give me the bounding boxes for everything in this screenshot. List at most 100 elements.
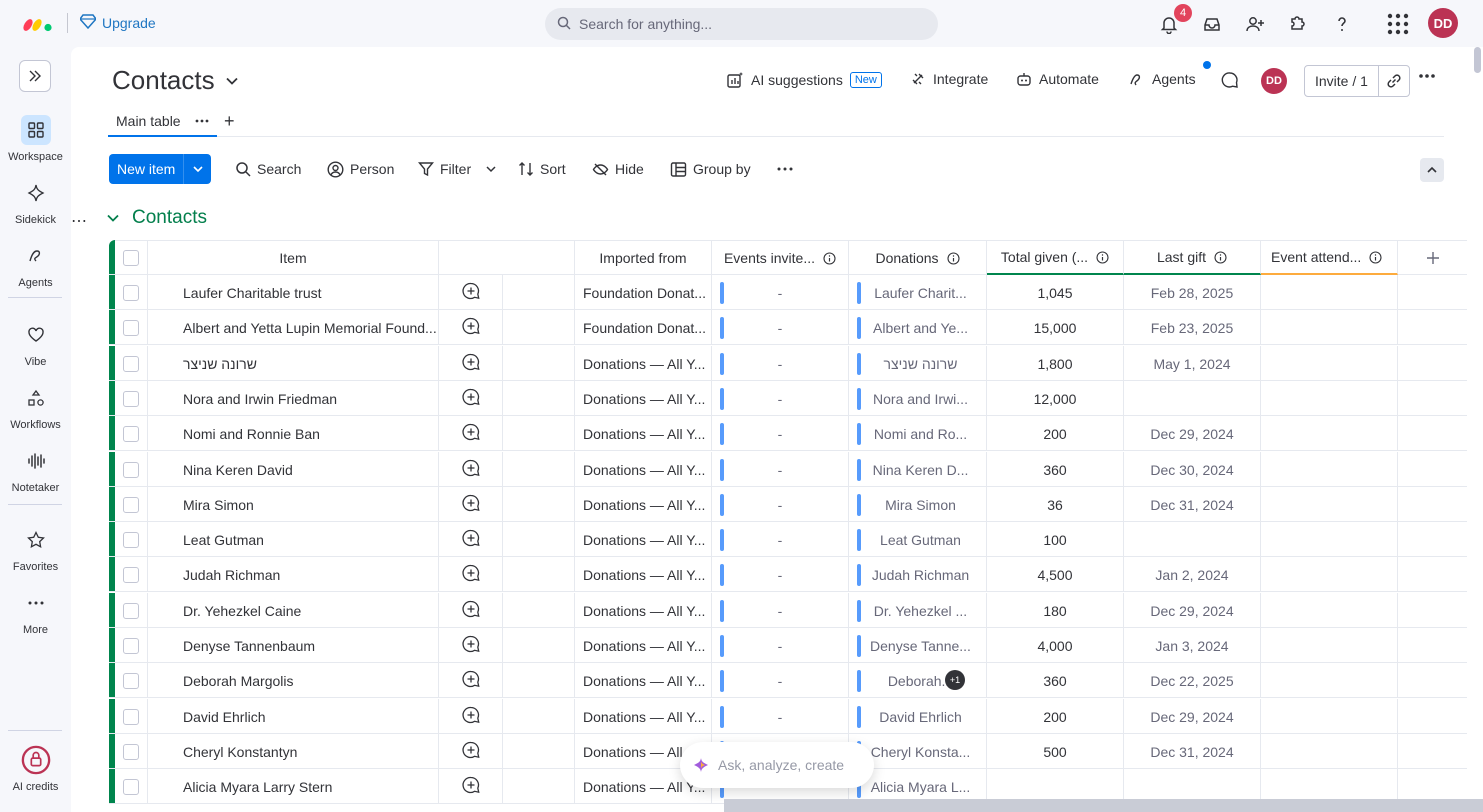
row-checkbox[interactable] bbox=[123, 284, 139, 301]
imported-from-cell[interactable]: Donations — All Y... bbox=[575, 663, 712, 698]
horizontal-scrollbar[interactable] bbox=[724, 799, 1483, 812]
search-button[interactable]: Search bbox=[235, 154, 301, 184]
total-given-cell[interactable]: 180 bbox=[987, 593, 1124, 628]
table-row[interactable]: Nomi and Ronnie Ban Donations — All Y... -… bbox=[109, 416, 1467, 451]
filter-button[interactable]: Filter bbox=[418, 154, 497, 184]
row-checkbox[interactable] bbox=[123, 566, 139, 583]
app-switcher-icon[interactable] bbox=[1386, 12, 1410, 36]
last-gift-cell[interactable]: Dec 29, 2024 bbox=[1124, 593, 1261, 628]
row-checkbox-cell[interactable] bbox=[115, 522, 148, 557]
event-attended-cell[interactable] bbox=[1261, 275, 1398, 310]
add-update-button[interactable] bbox=[439, 452, 503, 487]
imported-from-cell[interactable]: Foundation Donat... bbox=[575, 275, 712, 310]
table-row[interactable]: Judah Richman Donations — All Y... - Judah … bbox=[109, 557, 1467, 592]
empty-cell[interactable] bbox=[503, 557, 575, 592]
imported-from-cell[interactable]: Foundation Donat... bbox=[575, 310, 712, 345]
empty-cell[interactable] bbox=[503, 487, 575, 522]
row-checkbox[interactable] bbox=[123, 778, 139, 795]
events-invited-cell[interactable]: - bbox=[712, 346, 849, 381]
last-gift-cell[interactable]: Dec 29, 2024 bbox=[1124, 416, 1261, 451]
row-checkbox-cell[interactable] bbox=[115, 663, 148, 698]
add-column-button[interactable] bbox=[1398, 240, 1467, 275]
item-name-cell[interactable]: Nomi and Ronnie Ban bbox=[148, 416, 439, 451]
row-checkbox-cell[interactable] bbox=[115, 593, 148, 628]
upgrade-button[interactable]: Upgrade bbox=[79, 13, 156, 32]
event-attended-cell[interactable] bbox=[1261, 522, 1398, 557]
sidebar-item-sidekick[interactable]: Sidekick bbox=[0, 178, 71, 226]
imported-from-cell[interactable]: Donations — All Y... bbox=[575, 522, 712, 557]
item-name-cell[interactable]: Alicia Myara Larry Stern bbox=[148, 769, 439, 804]
events-invited-cell[interactable]: - bbox=[712, 381, 849, 416]
apps-marketplace-icon[interactable] bbox=[1286, 12, 1310, 36]
table-row[interactable]: Denyse Tannenbaum Donations — All Y... - De… bbox=[109, 628, 1467, 663]
chevron-down-icon[interactable] bbox=[184, 154, 211, 184]
event-attended-cell[interactable] bbox=[1261, 557, 1398, 592]
row-checkbox-cell[interactable] bbox=[115, 628, 148, 663]
row-checkbox[interactable] bbox=[123, 461, 139, 478]
imported-from-cell[interactable]: Donations — All Y... bbox=[575, 699, 712, 734]
info-icon[interactable] bbox=[1096, 250, 1109, 264]
total-given-cell[interactable]: 36 bbox=[987, 487, 1124, 522]
row-checkbox[interactable] bbox=[123, 743, 139, 760]
last-gift-cell[interactable]: Dec 31, 2024 bbox=[1124, 487, 1261, 522]
tab-main-table[interactable]: Main table bbox=[108, 107, 217, 137]
item-name-cell[interactable]: Cheryl Konstantyn bbox=[148, 734, 439, 769]
event-attended-cell[interactable] bbox=[1261, 452, 1398, 487]
item-name-cell[interactable]: שרונה שניצר bbox=[148, 346, 439, 381]
row-checkbox[interactable] bbox=[123, 531, 139, 548]
donations-cell[interactable]: שרונה שניצר bbox=[849, 346, 987, 381]
table-row[interactable]: Mira Simon Donations — All Y... - Mira Simo… bbox=[109, 487, 1467, 522]
donations-cell[interactable]: Albert and Ye... bbox=[849, 310, 987, 345]
last-gift-cell[interactable]: Dec 29, 2024 bbox=[1124, 699, 1261, 734]
last-gift-cell[interactable]: Feb 23, 2025 bbox=[1124, 310, 1261, 345]
total-given-cell[interactable]: 1,045 bbox=[987, 275, 1124, 310]
table-row[interactable]: Laufer Charitable trust Foundation Donat.… bbox=[109, 275, 1467, 310]
add-update-button[interactable] bbox=[439, 628, 503, 663]
event-attended-cell[interactable] bbox=[1261, 628, 1398, 663]
donations-cell[interactable]: Laufer Charit... bbox=[849, 275, 987, 310]
select-all-checkbox[interactable] bbox=[123, 250, 139, 266]
row-checkbox-cell[interactable] bbox=[115, 381, 148, 416]
row-checkbox-cell[interactable] bbox=[115, 769, 148, 804]
empty-cell[interactable] bbox=[503, 663, 575, 698]
donations-cell[interactable]: Nomi and Ro... bbox=[849, 416, 987, 451]
invite-button[interactable]: Invite / 1 bbox=[1304, 65, 1410, 97]
empty-cell[interactable] bbox=[503, 734, 575, 769]
last-gift-cell[interactable] bbox=[1124, 522, 1261, 557]
more-links-badge[interactable]: +1 bbox=[945, 670, 965, 690]
row-checkbox-cell[interactable] bbox=[115, 452, 148, 487]
row-checkbox-cell[interactable] bbox=[115, 346, 148, 381]
row-checkbox[interactable] bbox=[123, 672, 139, 689]
donations-cell[interactable]: Mira Simon bbox=[849, 487, 987, 522]
table-row[interactable]: Deborah Margolis Donations — All Y... - Deb… bbox=[109, 663, 1467, 698]
item-name-cell[interactable]: Laufer Charitable trust bbox=[148, 275, 439, 310]
donations-cell[interactable]: Dr. Yehezkel ... bbox=[849, 593, 987, 628]
events-invited-cell[interactable]: - bbox=[712, 275, 849, 310]
events-invited-cell[interactable]: - bbox=[712, 416, 849, 451]
link-icon[interactable] bbox=[1379, 66, 1409, 96]
events-invited-cell[interactable]: - bbox=[712, 699, 849, 734]
info-icon[interactable] bbox=[946, 251, 960, 265]
events-invited-cell[interactable]: - bbox=[712, 522, 849, 557]
monday-logo[interactable] bbox=[22, 13, 54, 33]
imported-from-cell[interactable]: Donations — All Y... bbox=[575, 452, 712, 487]
imported-from-cell[interactable]: Donations — All Y... bbox=[575, 628, 712, 663]
add-update-button[interactable] bbox=[439, 699, 503, 734]
event-attended-cell[interactable] bbox=[1261, 346, 1398, 381]
item-name-cell[interactable]: Judah Richman bbox=[148, 557, 439, 592]
event-attended-cell[interactable] bbox=[1261, 593, 1398, 628]
table-row[interactable]: Albert and Yetta Lupin Memorial Found...… bbox=[109, 310, 1467, 345]
more-horizontal-icon[interactable] bbox=[195, 119, 209, 123]
board-menu-button[interactable] bbox=[1418, 73, 1436, 79]
sidebar-item-more[interactable]: More bbox=[0, 588, 71, 636]
imported-from-cell[interactable]: Donations — All Y... bbox=[575, 487, 712, 522]
last-gift-cell[interactable] bbox=[1124, 381, 1261, 416]
collapse-header-button[interactable] bbox=[1420, 158, 1444, 182]
ask-ai-input[interactable]: Ask, analyze, create bbox=[680, 742, 874, 788]
person-filter-button[interactable]: Person bbox=[327, 154, 394, 184]
donations-cell[interactable]: David Ehrlich bbox=[849, 699, 987, 734]
sidebar-item-ai-credits[interactable]: AI credits bbox=[0, 745, 71, 793]
user-avatar[interactable]: DD bbox=[1428, 8, 1458, 38]
empty-cell[interactable] bbox=[503, 699, 575, 734]
total-given-cell[interactable]: 4,500 bbox=[987, 557, 1124, 592]
